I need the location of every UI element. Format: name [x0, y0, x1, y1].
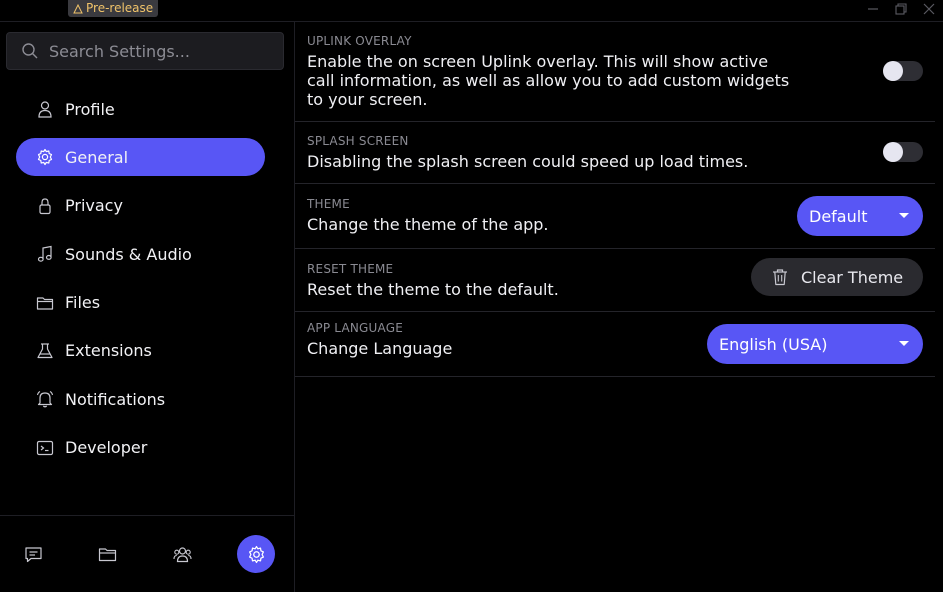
bell-icon: [36, 391, 54, 408]
pre-release-badge: Pre-release: [68, 0, 159, 17]
theme-select[interactable]: Default: [797, 196, 923, 236]
minimize-icon: [868, 8, 878, 10]
sidebar-item-general[interactable]: General: [16, 138, 265, 177]
scrollbar[interactable]: [935, 22, 943, 592]
maximize-button[interactable]: [892, 1, 910, 17]
toggle-knob: [883, 61, 903, 81]
folder-icon: [36, 296, 54, 310]
splash-screen-toggle[interactable]: [883, 142, 923, 162]
gear-icon: [37, 149, 53, 166]
setting-description: Enable the on screen Uplink overlay. Thi…: [307, 52, 790, 109]
setting-description: Reset the theme to the default.: [307, 280, 559, 299]
setting-theme: THEME Change the theme of the app. Defau…: [295, 184, 935, 249]
sidebar-item-label: Files: [65, 293, 101, 313]
setting-splash-screen: SPLASH SCREEN Disabling the splash scree…: [295, 122, 935, 184]
search-input[interactable]: [49, 41, 269, 61]
sidebar-item-developer[interactable]: Developer: [16, 429, 265, 467]
sidebar: Profile General Privacy Sounds & Audio F…: [0, 22, 295, 592]
settings-nav: Profile General Privacy Sounds & Audio F…: [16, 90, 265, 477]
search-box[interactable]: [6, 32, 284, 70]
user-icon: [38, 101, 52, 118]
sidebar-item-label: Privacy: [65, 196, 123, 216]
bottom-nav-bar: [0, 515, 294, 592]
toggle-knob: [883, 142, 903, 162]
sidebar-item-sounds-audio[interactable]: Sounds & Audio: [16, 235, 265, 273]
warning-icon: [73, 3, 83, 13]
trash-icon: [773, 269, 787, 286]
friends-button[interactable]: [163, 535, 201, 573]
folder-icon: [98, 547, 116, 561]
restore-icon: [895, 3, 907, 15]
theme-select-value: Default: [809, 206, 868, 226]
sidebar-item-label: Extensions: [65, 341, 152, 361]
chats-button[interactable]: [14, 535, 52, 573]
uplink-overlay-toggle[interactable]: [883, 61, 923, 81]
chevron-down-icon: [899, 341, 909, 346]
setting-label: SPLASH SCREEN: [307, 134, 409, 148]
language-select[interactable]: English (USA): [707, 324, 923, 364]
sidebar-item-notifications[interactable]: Notifications: [16, 380, 265, 418]
sidebar-item-extensions[interactable]: Extensions: [16, 332, 265, 370]
files-button[interactable]: [88, 535, 126, 573]
music-note-icon: [37, 245, 52, 262]
sidebar-item-label: Notifications: [65, 389, 166, 409]
title-bar: Pre-release: [0, 0, 943, 22]
lock-icon: [39, 198, 51, 214]
setting-description: Change the theme of the app.: [307, 215, 549, 234]
setting-label: UPLINK OVERLAY: [307, 34, 412, 48]
minimize-button[interactable]: [864, 1, 882, 17]
sidebar-item-label: Sounds & Audio: [65, 244, 192, 264]
pre-release-label: Pre-release: [86, 1, 154, 15]
sidebar-item-label: General: [65, 147, 129, 167]
setting-app-language: APP LANGUAGE Change Language English (US…: [295, 312, 935, 377]
setting-reset-theme: RESET THEME Reset the theme to the defau…: [295, 249, 935, 312]
settings-button[interactable]: [237, 535, 275, 573]
language-select-value: English (USA): [719, 334, 828, 354]
search-icon: [22, 43, 38, 59]
setting-uplink-overlay: UPLINK OVERLAY Enable the on screen Upli…: [295, 22, 935, 122]
chevron-down-icon: [899, 213, 909, 218]
sidebar-item-label: Profile: [65, 99, 115, 119]
sidebar-item-profile[interactable]: Profile: [16, 90, 265, 128]
sidebar-item-label: Developer: [65, 438, 148, 458]
sidebar-item-files[interactable]: Files: [16, 284, 265, 322]
users-icon: [172, 546, 192, 562]
sidebar-item-privacy[interactable]: Privacy: [16, 187, 265, 225]
close-icon: [923, 3, 935, 15]
setting-description: Disabling the splash screen could speed …: [307, 152, 749, 171]
beaker-icon: [37, 343, 53, 359]
chat-icon: [24, 546, 42, 562]
settings-panel: UPLINK OVERLAY Enable the on screen Upli…: [295, 22, 935, 592]
gear-icon: [248, 545, 264, 563]
clear-theme-button[interactable]: Clear Theme: [751, 258, 923, 296]
close-button[interactable]: [920, 1, 938, 17]
terminal-icon: [36, 440, 54, 455]
clear-theme-label: Clear Theme: [801, 267, 904, 287]
